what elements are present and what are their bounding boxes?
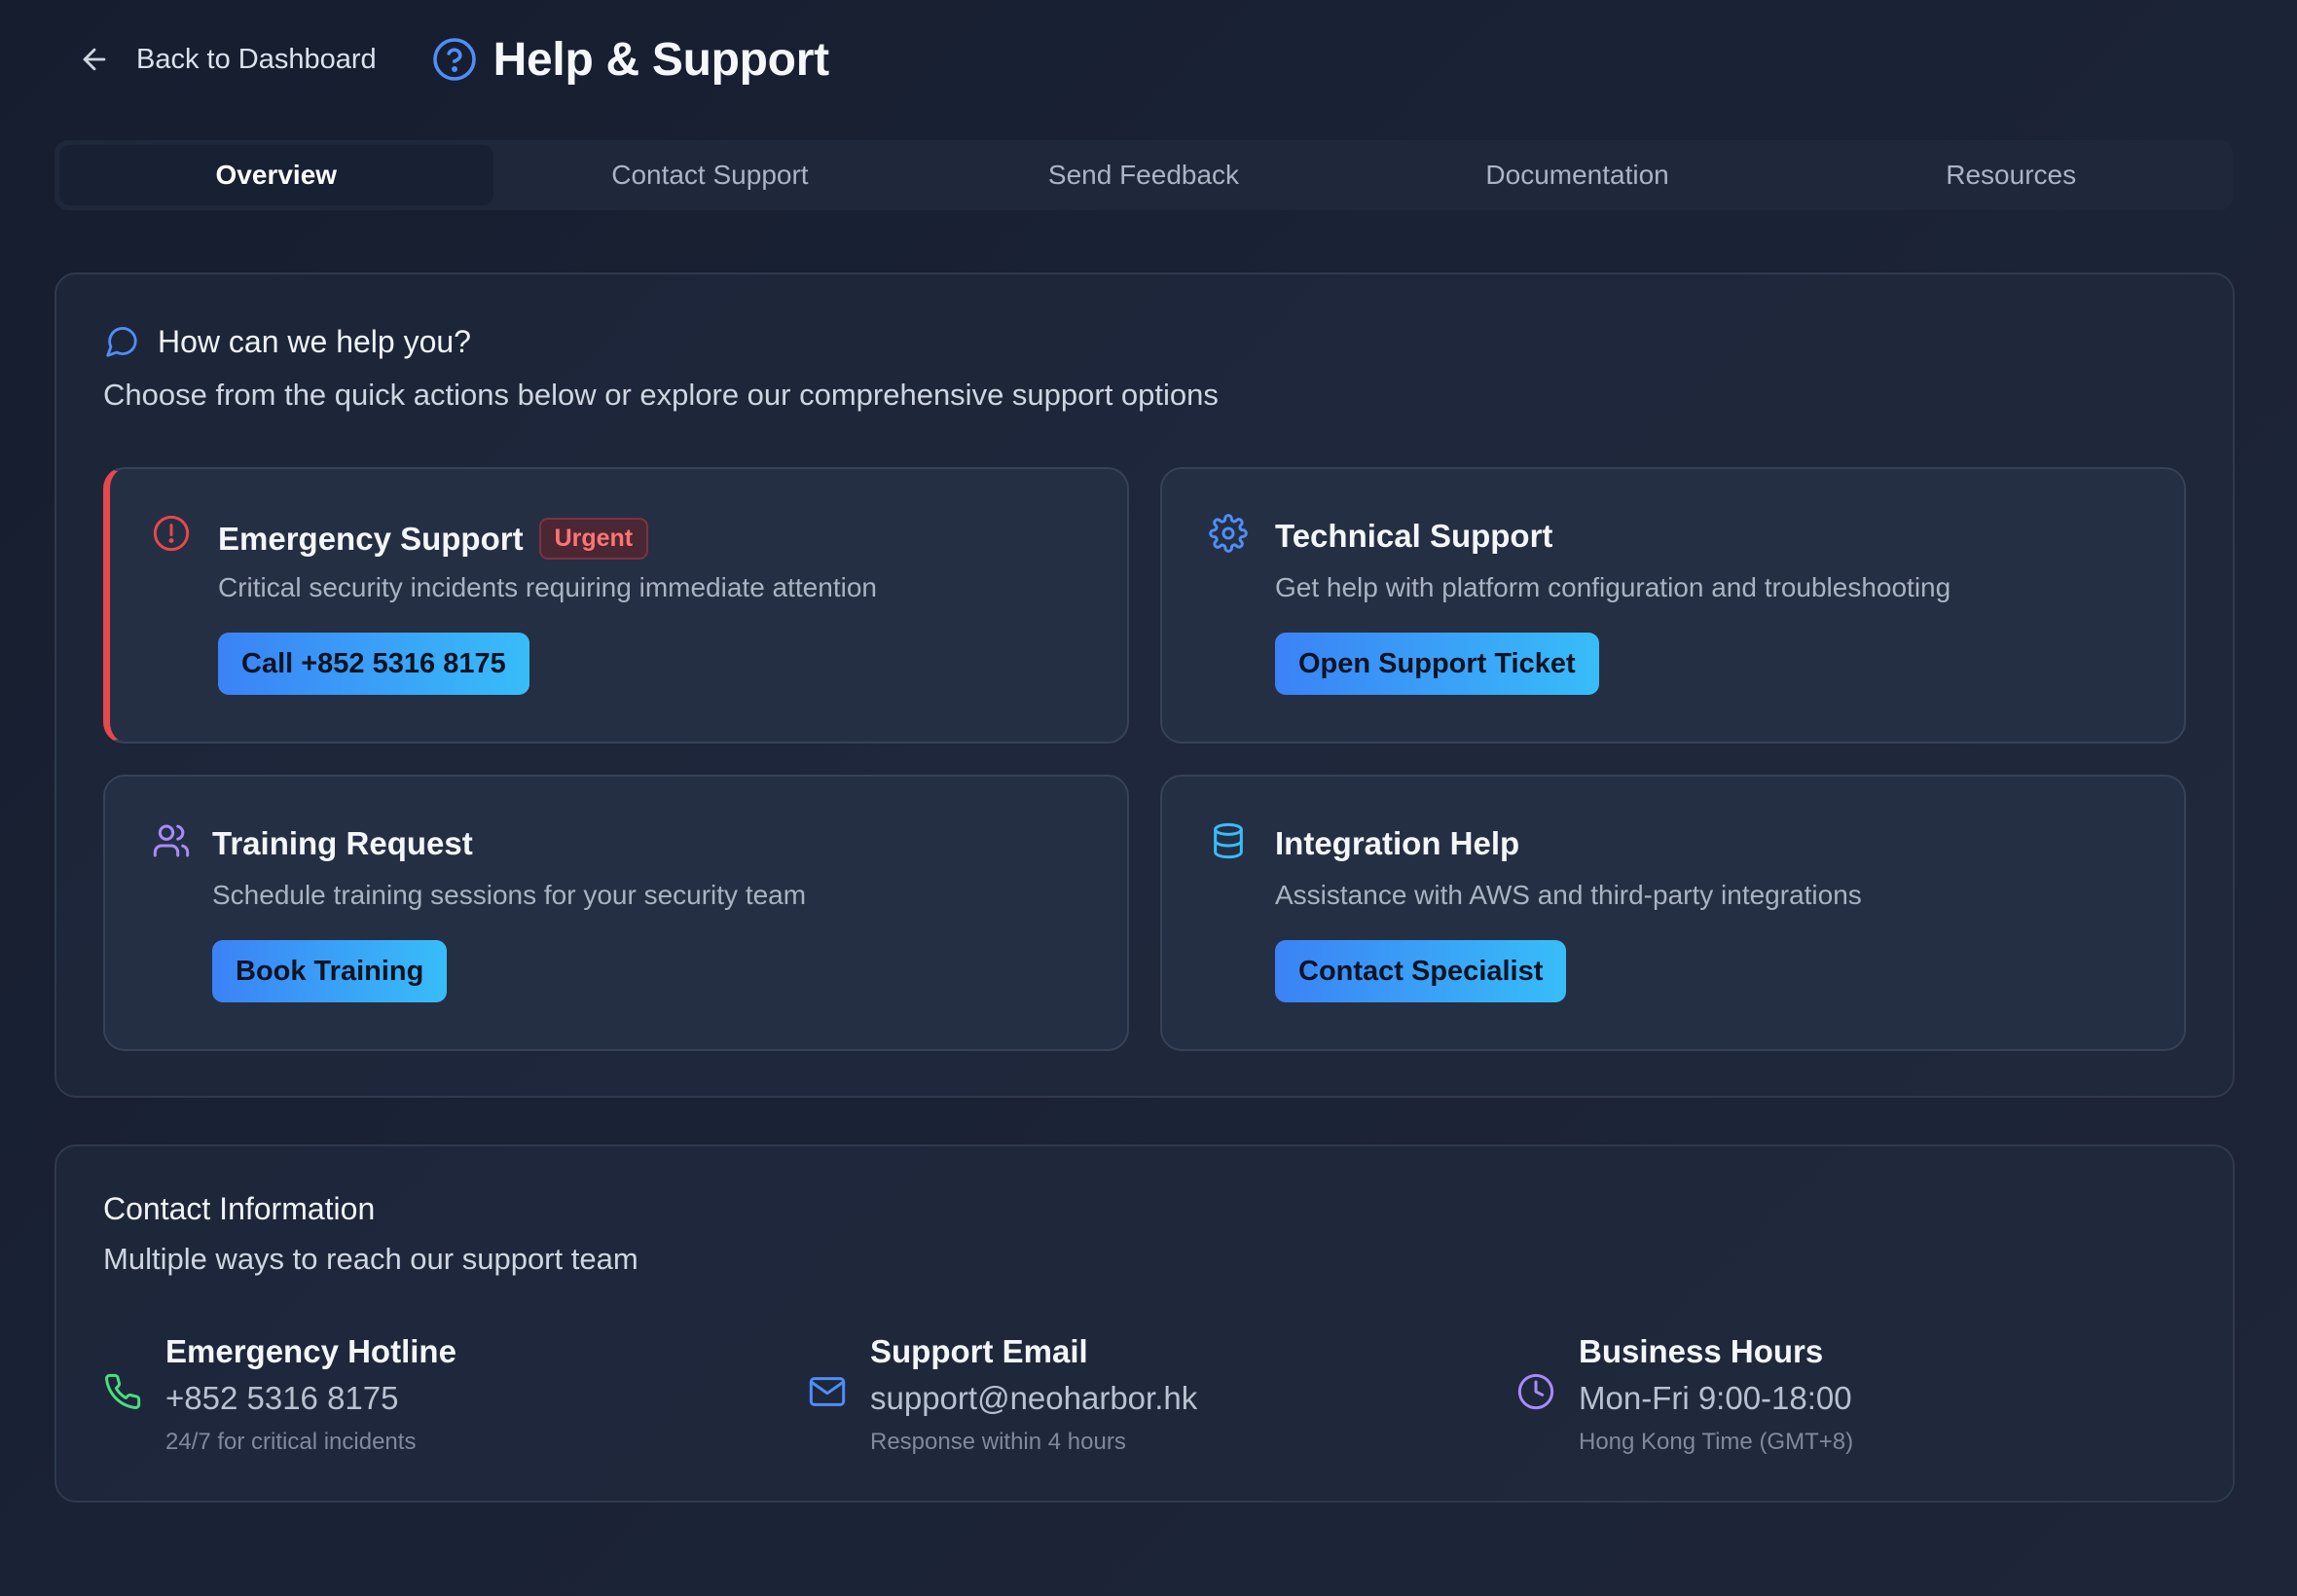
tile-title-row: Emergency Support Urgent [218,518,649,560]
urgent-badge: Urgent [538,518,649,560]
tile-title-row: Technical Support [1275,518,1552,555]
help-card-header: How can we help you? [103,323,471,360]
book-training-button[interactable]: Book Training [212,940,448,1002]
tile-title: Integration Help [1275,825,1520,861]
action-tile-emergency: Emergency Support Urgent Critical securi… [103,467,1129,744]
contact-card-title: Contact Information [103,1191,376,1226]
database-icon [1214,822,1243,859]
tile-title-row: Training Request [212,825,473,862]
action-tile-integration: Integration Help Assistance with AWS and… [1160,775,2186,1051]
help-card: How can we help you? Choose from the qui… [55,272,2235,1098]
action-tile-training: Training Request Schedule training sessi… [103,775,1129,1051]
help-card-description: Choose from the quick actions below or e… [103,378,1219,412]
contact-card-description: Multiple ways to reach our support team [103,1242,638,1276]
tab-overview[interactable]: Overview [59,145,493,205]
contact-item-value[interactable]: +852 5316 8175 [165,1380,399,1417]
contact-item-note: Hong Kong Time (GMT+8) [1579,1429,1854,1455]
users-icon [153,824,190,857]
tile-title: Technical Support [1275,518,1553,554]
title-group: Help & Support [431,33,829,87]
page-header: Back to Dashboard Help & Support [70,25,829,93]
message-circle-icon [106,327,137,357]
tile-title-row: Integration Help [1275,825,1519,862]
alert-circle-icon [153,515,190,552]
help-card-title: How can we help you? [158,323,471,359]
contact-item-label: Support Email [870,1333,1088,1369]
tab-send-feedback[interactable]: Send Feedback [927,145,1361,205]
contact-specialist-button[interactable]: Contact Specialist [1275,940,1567,1002]
mail-icon [809,1377,846,1406]
tab-bar: Overview Contact Support Send Feedback D… [55,140,2233,210]
contact-item-label: Business Hours [1579,1333,1824,1369]
contact-item-note: Response within 4 hours [870,1429,1126,1455]
tile-description: Assistance with AWS and third-party inte… [1275,880,1862,910]
back-to-dashboard-button[interactable]: Back to Dashboard [70,25,384,93]
contact-item-label: Emergency Hotline [165,1333,456,1369]
tab-documentation[interactable]: Documentation [1361,145,1795,205]
phone-icon [105,1373,141,1409]
tile-description: Get help with platform configuration and… [1275,572,1951,602]
open-support-ticket-button[interactable]: Open Support Ticket [1275,633,1599,695]
back-label: Back to Dashboard [136,43,377,75]
tile-description: Critical security incidents requiring im… [218,572,877,602]
contact-item-value: Mon-Fri 9:00-18:00 [1579,1380,1852,1416]
page-title: Help & Support [492,33,829,86]
call-emergency-button[interactable]: Call +852 5316 8175 [218,633,529,695]
tab-resources[interactable]: Resources [1794,145,2228,205]
tile-title: Emergency Support [218,520,524,557]
contact-item-note: 24/7 for critical incidents [165,1429,417,1455]
contact-item-value[interactable]: support@neoharbor.hk [870,1380,1197,1417]
arrow-left-icon [83,48,106,71]
clock-icon [1517,1373,1554,1410]
help-support-page: Back to Dashboard Help & Support Overvie… [0,0,2297,1596]
help-circle-icon [432,38,476,81]
action-tile-technical: Technical Support Get help with platform… [1160,467,2186,744]
tab-contact-support[interactable]: Contact Support [493,145,928,205]
tile-description: Schedule training sessions for your secu… [212,880,807,910]
tile-title: Training Request [212,825,473,861]
contact-information-card: Contact Information Multiple ways to rea… [55,1144,2235,1503]
settings-icon [1209,514,1248,553]
